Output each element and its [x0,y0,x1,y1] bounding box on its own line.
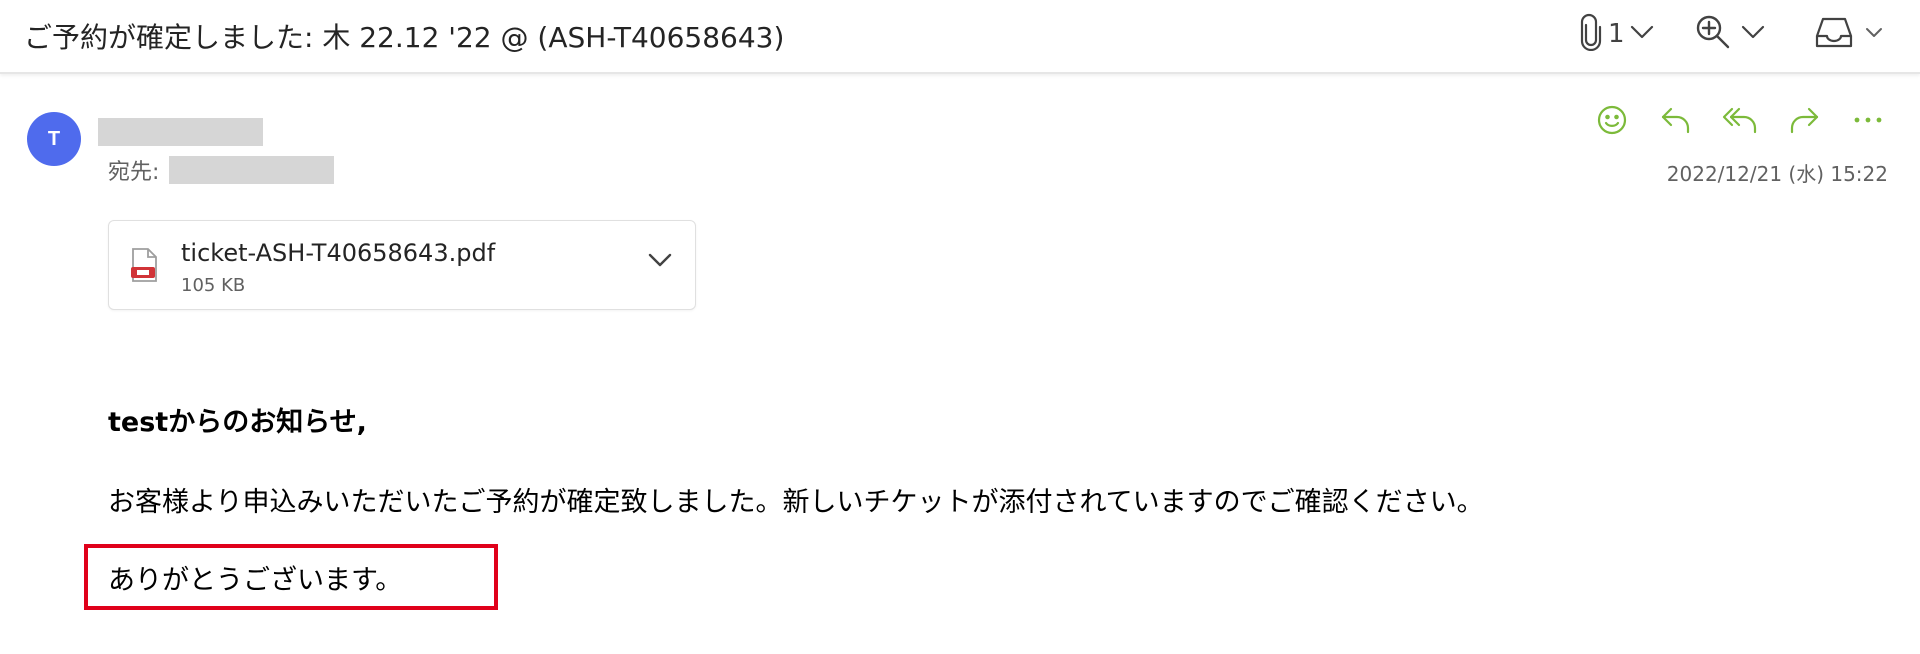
reply-all-icon [1722,107,1757,134]
body-message: お客様より申込みいただいたご予約が確定致しました。新しいチケットが添付されていま… [108,487,1484,518]
chevron-down-icon [1629,24,1655,44]
sent-date: 2022/12/21 (水) 15:22 [1666,162,1888,186]
emoji-icon [1597,105,1627,135]
zoom-dropdown[interactable] [1694,12,1766,56]
sender-avatar[interactable]: T [27,112,81,166]
zoom-in-icon [1694,13,1732,55]
react-button[interactable] [1590,98,1634,142]
reply-icon [1661,107,1690,134]
reply-button[interactable] [1654,98,1698,142]
message-actions [1590,98,1890,142]
inbox-icon [1814,14,1854,54]
move-to-dropdown[interactable] [1814,12,1884,56]
chevron-down-icon [1864,25,1884,44]
body-greeting: testからのお知らせ, [108,407,367,438]
recipients-row: 宛先: [108,154,335,186]
paperclip-icon [1578,13,1604,55]
pdf-file-icon [129,247,159,287]
message-header: ご予約が確定しました: 木 22.12 '22 @ (ASH-T40658643… [0,0,1920,74]
attachment-card[interactable]: ticket-ASH-T40658643.pdf 105 KB [108,220,696,310]
attachment-size: 105 KB [181,275,246,296]
to-label: 宛先: [108,160,160,185]
attachments-dropdown[interactable]: 1 [1578,12,1655,56]
more-actions-button[interactable] [1846,98,1890,142]
sender-name-redacted [98,118,263,146]
forward-button[interactable] [1782,98,1826,142]
attachment-filename: ticket-ASH-T40658643.pdf [181,239,496,267]
more-icon [1854,117,1882,123]
email-subject: ご予約が確定しました: 木 22.12 '22 @ (ASH-T40658643… [24,21,785,54]
body-thanks: ありがとうございます。 [108,565,403,596]
chevron-down-icon [648,253,672,267]
chevron-down-icon [1740,24,1766,44]
forward-icon [1790,107,1819,134]
reply-all-button[interactable] [1718,98,1762,142]
attachment-menu-button[interactable] [647,251,673,273]
attachment-count: 1 [1608,19,1625,49]
recipient-redacted [169,156,335,184]
